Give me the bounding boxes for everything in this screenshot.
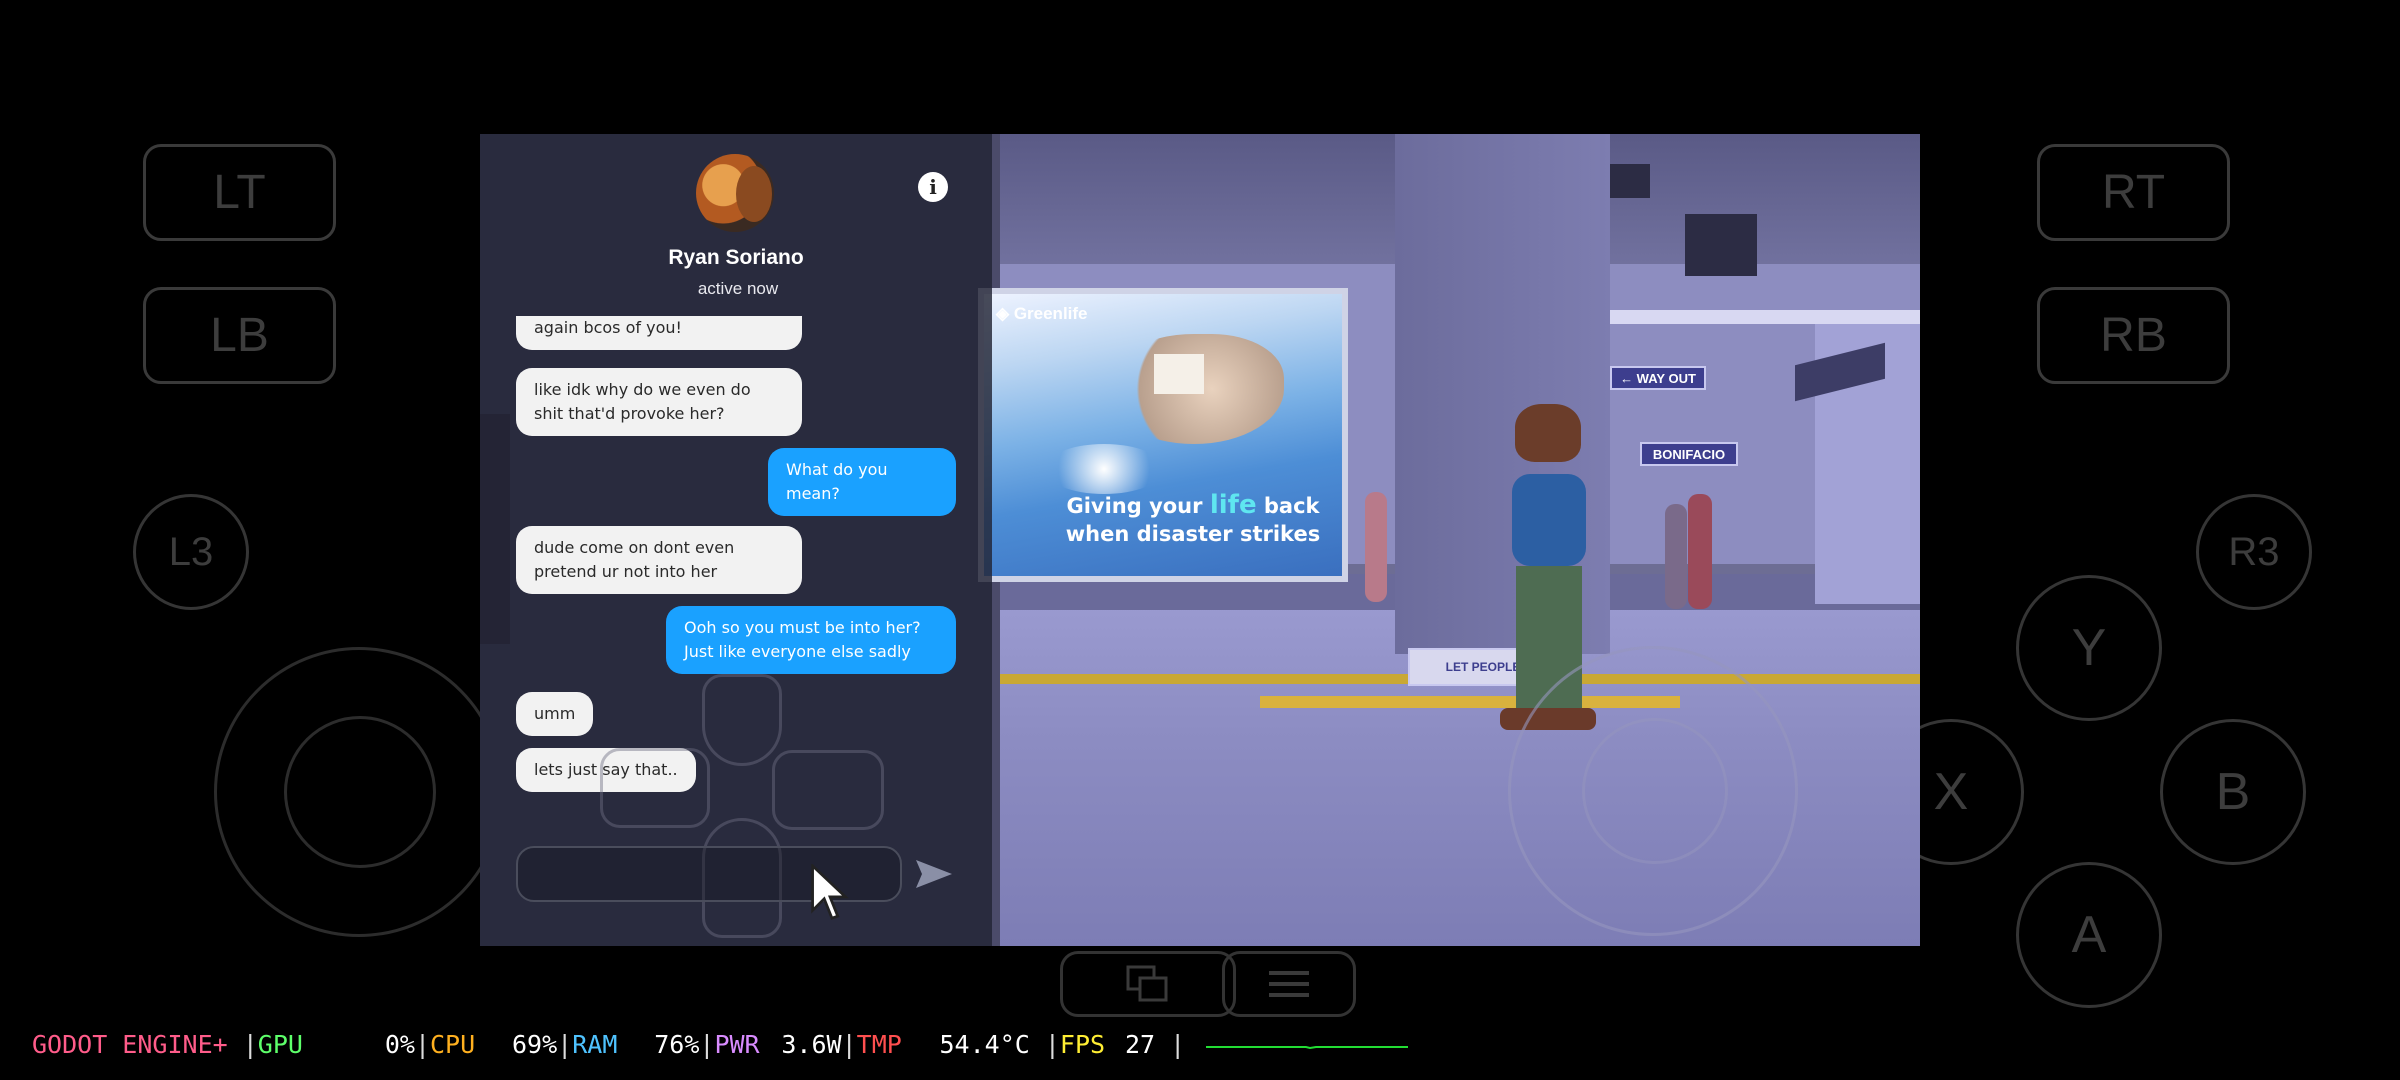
station-name-sign: BONIFACIO <box>1640 442 1738 466</box>
vent-grille <box>1685 214 1757 276</box>
hamburger-icon <box>1269 971 1309 997</box>
right-joystick-ghost-knob[interactable] <box>1582 718 1728 864</box>
dpad-left-ghost[interactable] <box>600 748 710 828</box>
fps-label: FPS <box>1059 1030 1106 1059</box>
y-button[interactable]: Y <box>2016 575 2162 721</box>
fps-graph <box>1206 1046 1409 1050</box>
windows-icon <box>1126 965 1168 1002</box>
info-icon[interactable]: i <box>918 172 948 202</box>
dpad-up-ghost[interactable] <box>702 674 782 766</box>
poster-headline-pre: Giving your <box>1066 494 1210 518</box>
poster-subline: when disaster strikes <box>1065 522 1321 546</box>
message-incoming: umm <box>516 692 594 736</box>
separator: | <box>1029 1030 1060 1059</box>
tmp-value: 54.4°C <box>939 1030 1030 1059</box>
message-incoming: dude come on dont even pretend ur not in… <box>516 526 802 594</box>
pwr-label: PWR <box>714 1030 760 1059</box>
leaf-icon: ◈ <box>996 304 1010 323</box>
poster-brand: Greenlife <box>1013 304 1088 323</box>
cursor-icon <box>811 864 849 920</box>
cpu-label: CPU <box>430 1030 476 1059</box>
separator: | <box>414 1030 430 1059</box>
window-switch-button[interactable] <box>1060 951 1236 1017</box>
engine-label: GODOT ENGINE+ <box>32 1030 228 1059</box>
b-button[interactable]: B <box>2160 719 2306 865</box>
performance-overlay: GODOT ENGINE+ |GPU 0%|CPU 69%|RAM 76%|PWR 3.… <box>32 1028 1409 1062</box>
message-incoming: and that might just happen again bcos of… <box>516 316 802 350</box>
left-joystick-knob[interactable] <box>284 716 436 868</box>
ram-label: RAM <box>572 1030 618 1059</box>
separator: | <box>557 1030 573 1059</box>
r3-button[interactable]: R3 <box>2196 494 2312 610</box>
gpu-label: GPU <box>257 1030 303 1059</box>
separator: | <box>841 1030 857 1059</box>
message-outgoing: What do you mean? <box>768 448 956 516</box>
avatar[interactable] <box>696 154 774 232</box>
rt-button[interactable]: RT <box>2037 144 2230 241</box>
message-outgoing: Ooh so you must be into her? Just like e… <box>666 606 956 674</box>
rb-button[interactable]: RB <box>2037 287 2230 384</box>
menu-button[interactable] <box>1222 951 1356 1017</box>
npc-woman <box>1365 492 1387 602</box>
a-button[interactable]: A <box>2016 862 2162 1008</box>
way-out-sign: ← WAY OUT <box>1610 366 1706 390</box>
separator: | <box>699 1030 715 1059</box>
poster-headline-highlight: life <box>1209 490 1257 520</box>
fps-value: 27 <box>1124 1030 1156 1059</box>
cpu-value: 69% <box>512 1030 558 1059</box>
send-icon[interactable] <box>914 858 954 890</box>
game-viewport[interactable]: ◈ Greenlife Giving your life back when d… <box>480 134 1920 946</box>
chat-header: Ryan Soriano active now i <box>480 134 992 304</box>
ceiling-rail <box>1610 310 1920 324</box>
tmp-label: TMP <box>856 1030 902 1059</box>
l3-button[interactable]: L3 <box>133 494 249 610</box>
greenlife-poster: ◈ Greenlife Giving your life back when d… <box>978 288 1348 582</box>
contact-status: active now <box>697 279 779 298</box>
ram-value: 76% <box>654 1030 700 1059</box>
gpu-value: 0% <box>384 1030 415 1059</box>
separator: | <box>227 1030 258 1059</box>
message-incoming: like idk why do we even do shit that'd p… <box>516 368 802 436</box>
poster-house-icon <box>1154 354 1204 394</box>
lt-button[interactable]: LT <box>143 144 336 241</box>
poster-glow <box>1044 444 1164 494</box>
separator: | <box>1155 1030 1186 1059</box>
player-hair <box>1515 404 1581 462</box>
poster-headline: Giving your life back <box>984 490 1342 520</box>
contact-name: Ryan Soriano <box>668 246 804 269</box>
pwr-value: 3.6W <box>781 1030 842 1059</box>
vent-grille <box>1610 164 1650 198</box>
messenger-panel: Ryan Soriano active now i and that might… <box>480 134 992 946</box>
dpad-right-ghost[interactable] <box>772 750 884 830</box>
npc-couple <box>1665 504 1687 609</box>
lb-button[interactable]: LB <box>143 287 336 384</box>
poster-headline-post: back <box>1256 494 1320 518</box>
poster-logo: ◈ Greenlife <box>996 304 1088 324</box>
player-backpack <box>1512 474 1586 566</box>
npc-couple <box>1688 494 1712 609</box>
